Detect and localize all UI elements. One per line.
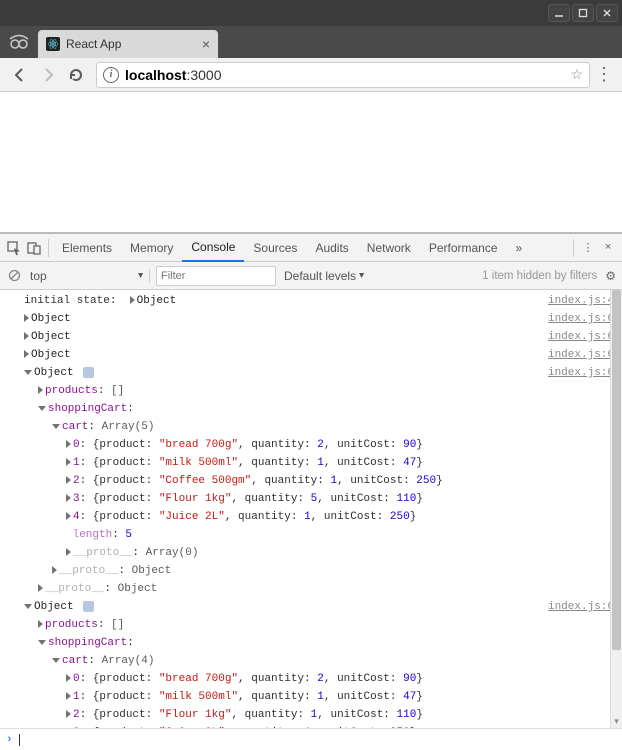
console-array-item[interactable]: 3: {product: "Juice 2L", quantity: 1, un… bbox=[24, 724, 614, 728]
scrollbar-thumb[interactable] bbox=[612, 290, 621, 650]
chevron-down-icon: ▸ bbox=[356, 273, 367, 278]
console-object-property: length: 5 bbox=[24, 526, 614, 544]
console-filter-input[interactable] bbox=[156, 266, 276, 286]
device-toolbar-icon[interactable] bbox=[24, 238, 44, 258]
devtools-tab-overflow[interactable]: » bbox=[507, 234, 532, 262]
incognito-icon bbox=[0, 26, 38, 58]
devtools-panel: ElementsMemoryConsoleSourcesAuditsNetwor… bbox=[0, 232, 622, 750]
devtools-tab-memory[interactable]: Memory bbox=[121, 234, 182, 262]
browser-toolbar: i localhost:3000 ☆ ⋮ bbox=[0, 58, 622, 92]
bookmark-star-icon[interactable]: ☆ bbox=[570, 66, 583, 83]
devtools-tab-performance[interactable]: Performance bbox=[420, 234, 507, 262]
console-array-item[interactable]: 2: {product: "Flour 1kg", quantity: 1, u… bbox=[24, 706, 614, 724]
console-context-selector[interactable]: top ▸ bbox=[30, 269, 150, 283]
console-object-property[interactable]: shoppingCart: bbox=[24, 400, 614, 418]
url-text: localhost:3000 bbox=[125, 67, 222, 83]
console-array-item[interactable]: 0: {product: "bread 700g", quantity: 2, … bbox=[24, 436, 614, 454]
console-object-property[interactable]: shoppingCart: bbox=[24, 634, 614, 652]
console-entry[interactable]: Object index.js:6 bbox=[24, 364, 614, 382]
log-levels-label: Default levels bbox=[284, 269, 356, 283]
console-body: initial state: Objectindex.js:4Objectind… bbox=[0, 290, 622, 728]
console-proto[interactable]: __proto__: Object bbox=[24, 580, 614, 598]
address-bar[interactable]: i localhost:3000 ☆ bbox=[96, 62, 590, 88]
console-array-item[interactable]: 4: {product: "Juice 2L", quantity: 1, un… bbox=[24, 508, 614, 526]
devtools-tab-console[interactable]: Console bbox=[182, 234, 244, 262]
devtools-tab-sources[interactable]: Sources bbox=[244, 234, 306, 262]
info-badge-icon bbox=[83, 601, 94, 612]
console-proto[interactable]: __proto__: Array(0) bbox=[24, 544, 614, 562]
console-object-property[interactable]: products: [] bbox=[24, 616, 614, 634]
devtools-close-button[interactable]: × bbox=[598, 238, 618, 258]
chevron-down-icon: ▸ bbox=[135, 273, 146, 278]
site-info-icon[interactable]: i bbox=[103, 67, 119, 83]
console-array-item[interactable]: 1: {product: "milk 500ml", quantity: 1, … bbox=[24, 688, 614, 706]
forward-button[interactable] bbox=[36, 63, 60, 87]
inspect-element-icon[interactable] bbox=[4, 238, 24, 258]
react-favicon bbox=[46, 37, 60, 51]
console-array-item[interactable]: 1: {product: "milk 500ml", quantity: 1, … bbox=[24, 454, 614, 472]
text-cursor bbox=[19, 734, 20, 746]
browser-menu-button[interactable]: ⋮ bbox=[594, 64, 614, 85]
page-viewport bbox=[0, 92, 622, 232]
hidden-items-message: 1 item hidden by filters bbox=[482, 270, 597, 282]
console-input[interactable]: › bbox=[0, 728, 622, 750]
devtools-tab-elements[interactable]: Elements bbox=[53, 234, 121, 262]
console-context-label: top bbox=[30, 269, 47, 283]
devtools-tab-audits[interactable]: Audits bbox=[306, 234, 357, 262]
devtools-tabbar: ElementsMemoryConsoleSourcesAuditsNetwor… bbox=[0, 234, 622, 262]
console-object-property[interactable]: cart: Array(4) bbox=[24, 652, 614, 670]
source-link[interactable]: index.js:6 bbox=[548, 598, 614, 616]
minimize-button[interactable] bbox=[548, 4, 570, 22]
clear-console-icon[interactable] bbox=[6, 268, 22, 284]
close-button[interactable] bbox=[596, 4, 618, 22]
console-array-item[interactable]: 3: {product: "Flour 1kg", quantity: 5, u… bbox=[24, 490, 614, 508]
info-badge-icon bbox=[83, 367, 94, 378]
log-levels-selector[interactable]: Default levels ▸ bbox=[284, 269, 364, 283]
tab-title: React App bbox=[66, 37, 121, 51]
console-object-property[interactable]: products: [] bbox=[24, 382, 614, 400]
console-proto[interactable]: __proto__: Object bbox=[24, 562, 614, 580]
console-filter-bar: top ▸ Default levels ▸ 1 item hidden by … bbox=[0, 262, 622, 290]
console-entry[interactable]: Objectindex.js:6 bbox=[24, 310, 614, 328]
source-link[interactable]: index.js:4 bbox=[548, 292, 614, 310]
reload-button[interactable] bbox=[64, 63, 88, 87]
console-settings-icon[interactable]: ⚙ bbox=[605, 269, 616, 283]
browser-tab[interactable]: React App × bbox=[38, 30, 218, 58]
source-link[interactable]: index.js:6 bbox=[548, 328, 614, 346]
console-array-item[interactable]: 0: {product: "bread 700g", quantity: 2, … bbox=[24, 670, 614, 688]
source-link[interactable]: index.js:6 bbox=[548, 310, 614, 328]
source-link[interactable]: index.js:6 bbox=[548, 364, 614, 382]
prompt-caret-icon: › bbox=[6, 734, 13, 746]
scrollbar-down-arrow[interactable]: ▾ bbox=[611, 716, 622, 728]
console-entry[interactable]: Objectindex.js:6 bbox=[24, 328, 614, 346]
devtools-tab-network[interactable]: Network bbox=[358, 234, 420, 262]
maximize-button[interactable] bbox=[572, 4, 594, 22]
console-entry[interactable]: Objectindex.js:6 bbox=[24, 346, 614, 364]
source-link[interactable]: index.js:6 bbox=[548, 346, 614, 364]
browser-tabstrip: React App × bbox=[0, 26, 622, 58]
tab-close-icon[interactable]: × bbox=[202, 36, 210, 52]
window-titlebar bbox=[0, 0, 622, 26]
console-entry[interactable]: Object index.js:6 bbox=[24, 598, 614, 616]
console-entry[interactable]: initial state: Objectindex.js:4 bbox=[24, 292, 614, 310]
console-object-property[interactable]: cart: Array(5) bbox=[24, 418, 614, 436]
console-scrollbar[interactable]: ▾ bbox=[610, 290, 622, 728]
devtools-menu-button[interactable]: ⋮ bbox=[578, 238, 598, 258]
back-button[interactable] bbox=[8, 63, 32, 87]
console-array-item[interactable]: 2: {product: "Coffee 500gm", quantity: 1… bbox=[24, 472, 614, 490]
